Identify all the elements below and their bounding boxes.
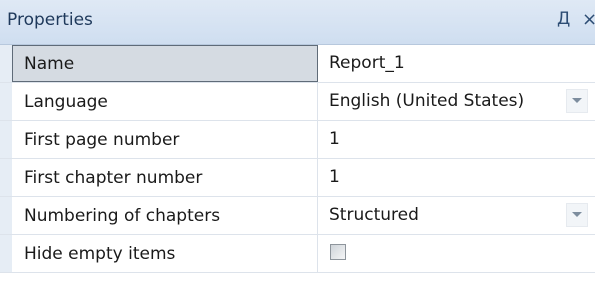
row-margin xyxy=(0,45,12,82)
property-name[interactable]: First page number xyxy=(12,121,318,158)
property-value[interactable]: 1 xyxy=(318,159,595,196)
property-name[interactable]: Numbering of chapters xyxy=(12,197,318,234)
panel-titlebar: Properties Д × xyxy=(0,0,595,45)
row-margin xyxy=(0,83,12,120)
property-value[interactable]: Structured xyxy=(318,197,595,234)
row-margin xyxy=(0,235,12,272)
property-row-first-chapter-number[interactable]: First chapter number 1 xyxy=(0,159,595,197)
hide-empty-items-checkbox[interactable] xyxy=(330,244,346,260)
property-name[interactable]: Language xyxy=(12,83,318,120)
property-row-hide-empty-items[interactable]: Hide empty items xyxy=(0,235,595,273)
property-name[interactable]: Name xyxy=(12,45,318,82)
numbering-dropdown-button[interactable] xyxy=(566,203,588,227)
language-dropdown-button[interactable] xyxy=(566,89,588,113)
properties-panel: Properties Д × Name Report_1 Language En… xyxy=(0,0,595,285)
row-margin xyxy=(0,197,12,234)
row-margin xyxy=(0,159,12,196)
property-value[interactable]: 1 xyxy=(318,121,595,158)
panel-title: Properties xyxy=(7,10,93,30)
row-margin xyxy=(0,121,12,158)
property-row-language[interactable]: Language English (United States) xyxy=(0,83,595,121)
property-grid: Name Report_1 Language English (United S… xyxy=(0,45,595,273)
close-icon[interactable]: × xyxy=(582,9,595,30)
pin-icon[interactable]: Д xyxy=(557,9,570,29)
property-row-name[interactable]: Name Report_1 xyxy=(0,45,595,83)
property-row-first-page-number[interactable]: First page number 1 xyxy=(0,121,595,159)
property-row-numbering-of-chapters[interactable]: Numbering of chapters Structured xyxy=(0,197,595,235)
property-value[interactable]: English (United States) xyxy=(318,83,595,120)
property-name[interactable]: Hide empty items xyxy=(12,235,318,272)
property-name[interactable]: First chapter number xyxy=(12,159,318,196)
chevron-down-icon xyxy=(572,98,582,103)
chevron-down-icon xyxy=(572,212,582,217)
property-value[interactable]: Report_1 xyxy=(318,45,595,82)
